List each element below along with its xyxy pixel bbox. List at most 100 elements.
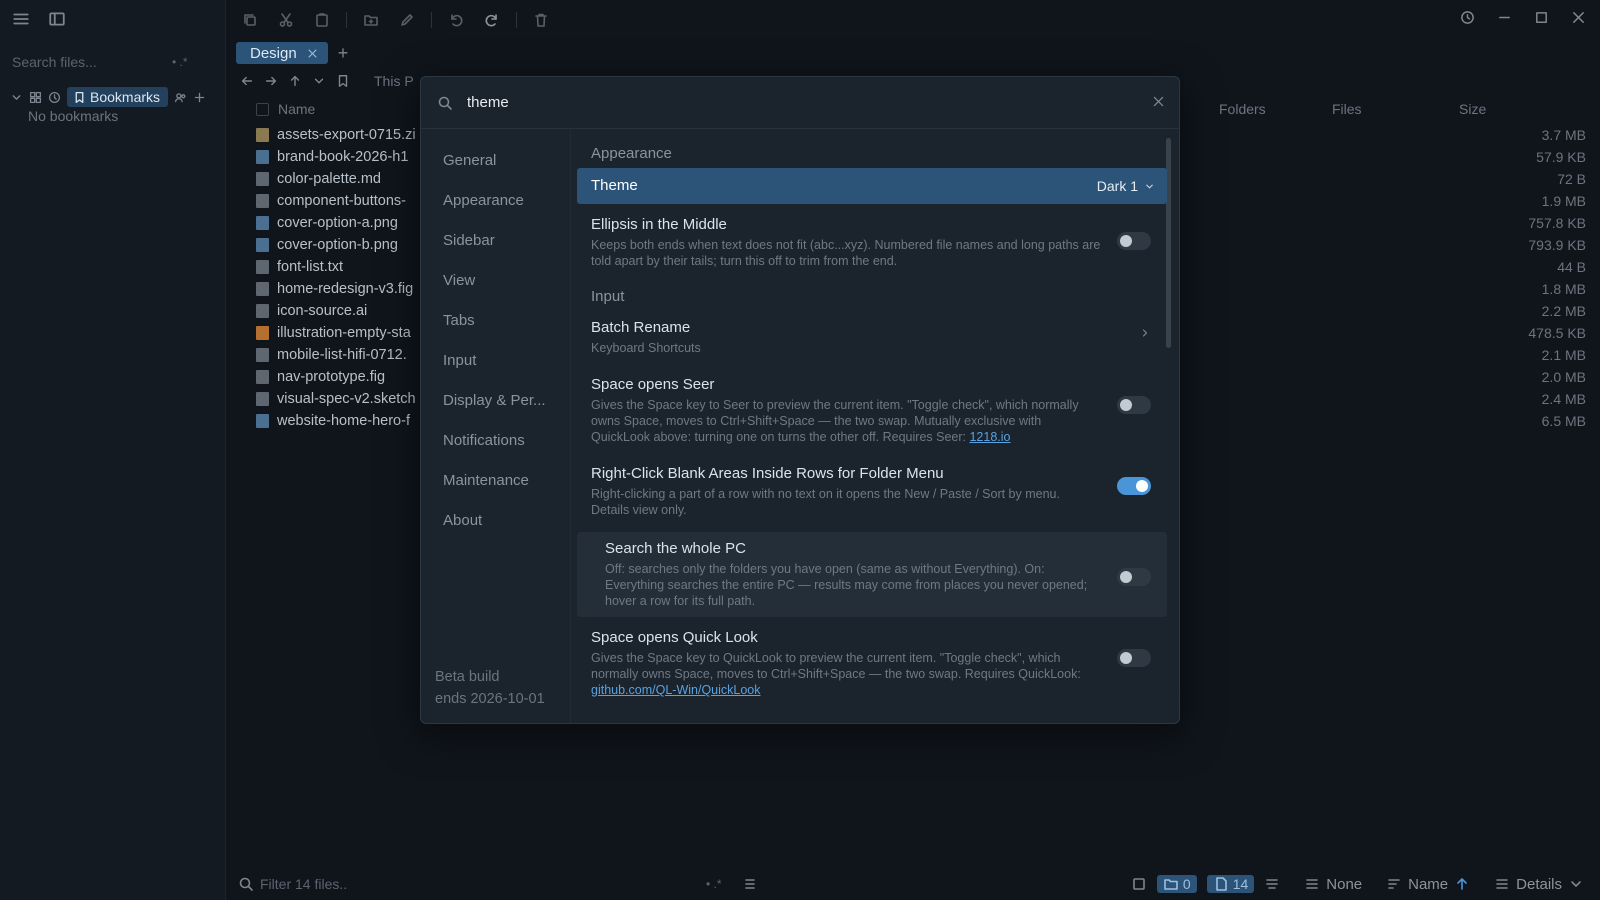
chevron-down-icon[interactable] [1568, 876, 1584, 892]
tab-design[interactable]: Design [236, 42, 328, 64]
clock-icon[interactable] [48, 91, 61, 104]
setting-theme[interactable]: Theme Dark 1 [577, 168, 1167, 204]
copy-icon[interactable] [232, 10, 268, 30]
file-type-icon [256, 150, 269, 164]
setting-description: Keyboard Shortcuts [591, 341, 701, 355]
new-tab-button[interactable]: + [338, 43, 349, 64]
file-name: nav-prototype.fig [277, 369, 386, 385]
new-folder-icon[interactable] [353, 10, 389, 30]
paste-icon[interactable] [304, 10, 340, 30]
toggle-ellipsis[interactable] [1117, 232, 1151, 250]
minimize-icon[interactable] [1497, 10, 1512, 25]
file-count: 14 [1232, 876, 1249, 892]
file-type-icon [256, 172, 269, 186]
sort-control[interactable]: Name [1386, 876, 1470, 893]
theme-value: Dark 1 [1096, 178, 1138, 194]
column-files[interactable]: Files [1332, 101, 1362, 117]
setting-title: Search the whole PC [605, 540, 746, 557]
settings-nav-item[interactable]: Maintenance [421, 460, 570, 500]
settings-nav-item[interactable]: Sidebar [421, 220, 570, 260]
breadcrumb[interactable]: This P [374, 73, 414, 89]
seer-link[interactable]: 1218.io [969, 430, 1010, 444]
setting-batch-rename[interactable]: Batch Rename Keyboard Shortcuts [577, 311, 1167, 364]
setting-description: Keeps both ends when text does not fit (… [591, 238, 1101, 268]
sidebar-search: • .* [12, 50, 212, 74]
settings-nav-item[interactable]: General [421, 140, 570, 180]
maximize-icon[interactable] [1534, 10, 1549, 25]
setting-description: Gives the Space key to QuickLook to prev… [591, 650, 1101, 698]
toggle-search-pc[interactable] [1117, 568, 1151, 586]
settings-nav-item[interactable]: Tabs [421, 300, 570, 340]
chevron-down-icon[interactable] [10, 91, 23, 104]
file-size: 72 B [1557, 171, 1586, 187]
settings-nav-item[interactable]: Notifications [421, 420, 570, 460]
folder-count-chip[interactable]: 0 [1156, 875, 1197, 893]
settings-nav: General Appearance Sidebar View Tabs Input Dis… [421, 130, 571, 723]
column-name[interactable]: Name [278, 101, 315, 117]
delete-icon[interactable] [523, 10, 559, 30]
setting-title: Right-Click Blank Areas Inside Rows for … [591, 465, 944, 482]
history-dropdown-icon[interactable] [312, 74, 326, 88]
sidebar-search-input[interactable] [12, 54, 162, 70]
close-icon[interactable] [1152, 95, 1165, 108]
file-type-icon [256, 326, 269, 340]
file-name: font-list.txt [277, 259, 344, 275]
group-by-control[interactable]: None [1304, 876, 1362, 893]
history-icon[interactable] [1460, 10, 1475, 25]
file-type-icon [256, 392, 269, 406]
settings-nav-item[interactable]: Input [421, 340, 570, 380]
sidebar-search-options[interactable]: • .* [172, 55, 188, 69]
file-name: mobile-list-hifi-0712. [277, 347, 407, 363]
group-by-label: None [1326, 875, 1363, 893]
file-count-chip[interactable]: 14 [1206, 875, 1255, 893]
sidebar: • .* Bookmarks No bookmarks [0, 0, 226, 900]
settings-search-input[interactable] [467, 94, 1087, 111]
redo-icon[interactable] [474, 10, 510, 30]
chevron-right-icon[interactable] [1139, 327, 1151, 339]
grid-icon[interactable] [29, 91, 42, 104]
filter-options[interactable]: • .* [706, 877, 722, 891]
bookmarks-tab[interactable]: Bookmarks [67, 87, 169, 107]
details-view-icon [1494, 876, 1510, 892]
close-window-icon[interactable] [1571, 10, 1586, 25]
settings-nav-item[interactable]: Display & Per... [421, 380, 570, 420]
column-size[interactable]: Size [1459, 101, 1486, 117]
file-name: cover-option-a.png [277, 215, 398, 231]
settings-nav-item[interactable]: View [421, 260, 570, 300]
select-all-checkbox[interactable] [256, 103, 269, 116]
users-icon[interactable] [174, 91, 187, 104]
cut-icon[interactable] [268, 10, 304, 30]
bookmark-add-icon[interactable] [336, 74, 350, 88]
back-icon[interactable] [240, 74, 254, 88]
setting-description: Right-clicking a part of a row with no t… [591, 487, 1060, 517]
folder-icon [1163, 876, 1179, 892]
file-type-icon [256, 282, 269, 296]
add-bookmark-icon[interactable] [193, 91, 206, 104]
view-control[interactable]: Details [1494, 876, 1584, 893]
column-folders[interactable]: Folders [1219, 101, 1266, 117]
quicklook-link[interactable]: github.com/QL-Win/QuickLook [591, 683, 761, 697]
select-mode-icon[interactable] [1131, 876, 1147, 892]
file-size: 6.5 MB [1541, 413, 1586, 429]
toggle-sidebar-icon[interactable] [48, 10, 66, 28]
setting-description: Gives the Space key to Seer to preview t… [591, 397, 1101, 445]
sort-ascending-icon[interactable] [1454, 876, 1470, 892]
rename-icon[interactable] [389, 10, 425, 30]
toggle-right-click[interactable] [1117, 477, 1151, 495]
toggle-quicklook[interactable] [1117, 649, 1151, 667]
up-icon[interactable] [288, 74, 302, 88]
menu-icon[interactable] [12, 10, 30, 28]
settings-nav-item[interactable]: Appearance [421, 180, 570, 220]
undo-icon[interactable] [438, 10, 474, 30]
filter-input[interactable] [260, 876, 700, 892]
settings-nav-item[interactable]: About [421, 500, 570, 540]
view-label: Details [1516, 875, 1562, 893]
file-size: 1.8 MB [1541, 281, 1586, 297]
settings-dialog: GeneralAppearanceSidebarViewTabsInputDis… [420, 76, 1180, 724]
toggle-space-seer[interactable] [1117, 396, 1151, 414]
theme-select[interactable]: Dark 1 [1097, 178, 1155, 194]
list-options-icon[interactable] [742, 876, 758, 892]
forward-icon[interactable] [264, 74, 278, 88]
close-tab-icon[interactable] [307, 48, 318, 59]
group-icon[interactable] [1264, 876, 1280, 892]
